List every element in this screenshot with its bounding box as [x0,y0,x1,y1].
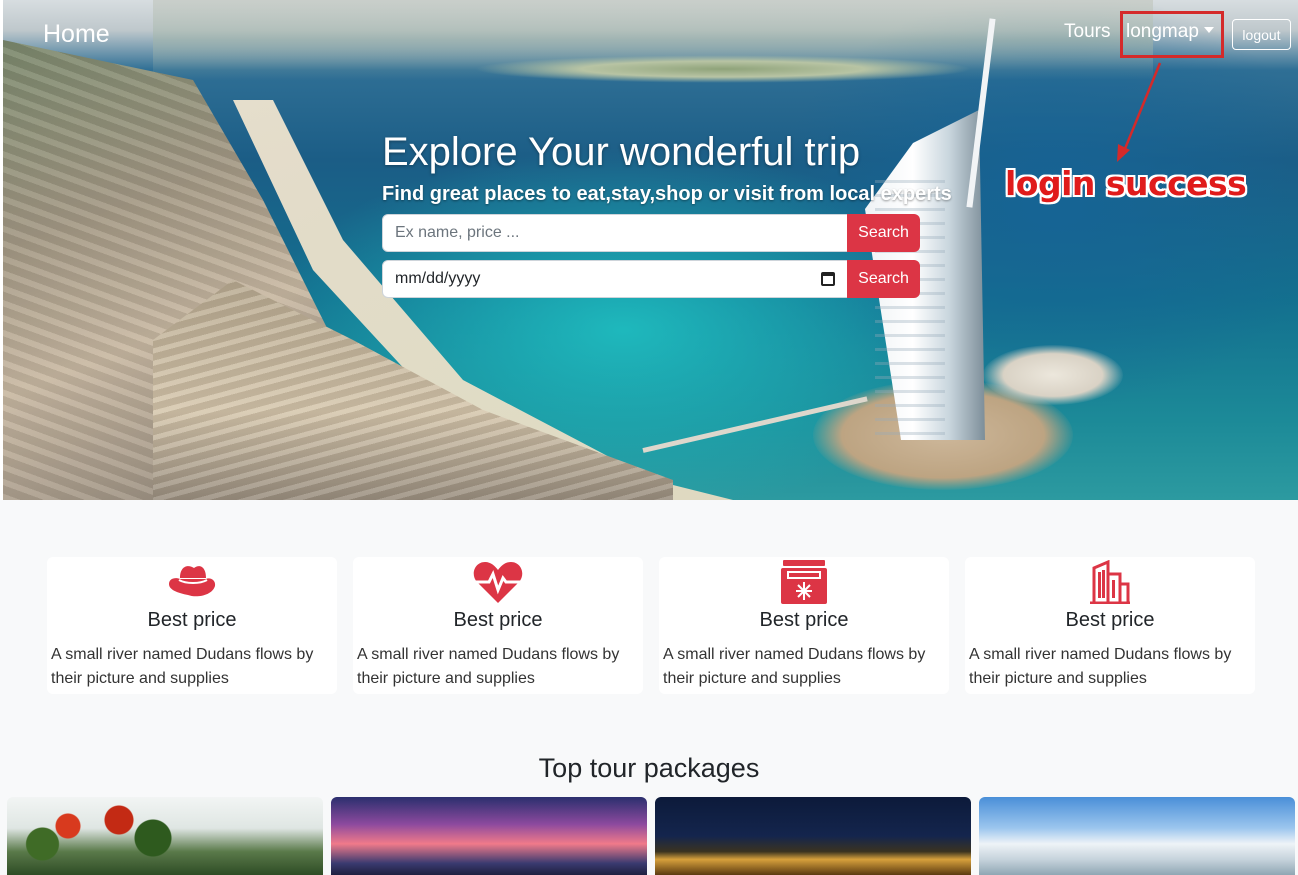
feature-card: Best price A small river named Dudans fl… [659,557,949,694]
annotation-arrow-icon [1117,62,1162,162]
calendar-icon[interactable] [821,272,835,286]
feature-title: Best price [147,609,237,631]
building-icon [1090,560,1130,604]
feature-title: Best price [453,609,543,631]
annotation-text: login success [1005,164,1247,203]
date-input-value: mm/dd/yyyy [395,270,481,287]
freezer-icon [781,560,827,604]
date-input[interactable]: mm/dd/yyyy [382,260,848,298]
annotation-highlight-box [1120,11,1224,58]
feature-card: Best price A small river named Dudans fl… [965,557,1255,694]
hero-city-shore [153,280,673,500]
tour-package-image[interactable] [7,797,323,875]
hat-icon [169,566,216,597]
feature-title: Best price [759,609,849,631]
search-input-placeholder: Ex name, price ... [395,224,520,241]
hero-title: Explore Your wonderful trip [382,130,861,174]
tour-package-image[interactable] [979,797,1295,875]
nav-tours-link[interactable]: Tours [1064,21,1110,43]
tour-package-image[interactable] [655,797,971,875]
search-button[interactable]: Search [847,214,920,252]
search-input[interactable]: Ex name, price ... [382,214,848,252]
feature-text: A small river named Dudans flows by thei… [357,646,620,687]
nav-home-link[interactable]: Home [43,20,110,49]
feature-text: A small river named Dudans flows by thei… [969,646,1232,687]
feature-title: Best price [1065,609,1155,631]
hero-subtitle: Find great places to eat,stay,shop or vi… [382,183,952,205]
hero-palm-island [473,55,973,83]
tour-package-image[interactable] [331,797,647,875]
hero-island-pad [983,345,1123,405]
packages-title: Top tour packages [538,753,760,783]
feature-card: Best price A small river named Dudans fl… [353,557,643,694]
heart-pulse-icon [473,562,523,603]
feature-card: Best price A small river named Dudans fl… [47,557,337,694]
logout-button[interactable]: logout [1232,19,1291,50]
date-search-button[interactable]: Search [847,260,920,298]
feature-text: A small river named Dudans flows by thei… [51,646,314,687]
feature-text: A small river named Dudans flows by thei… [663,646,926,687]
